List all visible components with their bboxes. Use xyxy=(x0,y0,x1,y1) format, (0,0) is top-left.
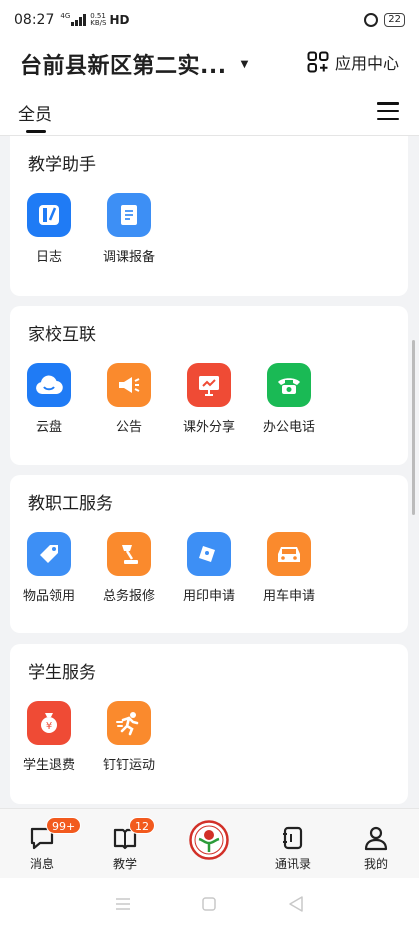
app-label: 用印申请 xyxy=(182,589,235,604)
nav-school-logo[interactable] xyxy=(169,809,249,879)
nav-messages[interactable]: 99+ 消息 xyxy=(2,809,82,879)
app-center-button[interactable]: 应用中心 xyxy=(307,50,399,74)
app-repair-request[interactable]: 总务报修 xyxy=(94,532,164,604)
caret-down-icon: ▼ xyxy=(240,58,249,70)
app-seal-request[interactable]: 用印申请 xyxy=(174,532,244,604)
signal-icon xyxy=(71,14,87,26)
nav-label: 消息 xyxy=(29,857,54,871)
runner-icon xyxy=(107,701,151,745)
recents-icon[interactable] xyxy=(115,897,131,911)
home-icon[interactable] xyxy=(201,896,217,912)
app-class-change[interactable]: 调课报备 xyxy=(94,193,164,265)
app-center-label: 应用中心 xyxy=(334,54,399,73)
school-selector[interactable]: 台前县新区第二实... ▼ xyxy=(20,48,248,80)
app-vehicle-request[interactable]: 用车申请 xyxy=(254,532,324,604)
seal-icon xyxy=(187,532,231,576)
status-time: 08:27 xyxy=(14,12,55,28)
app-dingtalk-sports[interactable]: 钉钉运动 xyxy=(94,701,164,773)
nav-label: 教学 xyxy=(112,857,137,871)
network-speed: 0.51 KB/S xyxy=(90,13,106,27)
battery-indicator: 22 xyxy=(384,13,405,27)
document-icon xyxy=(107,193,151,237)
section-staff-services: 教职工服务 物品领用 总务报修 用印申请 用车申请 xyxy=(10,475,408,633)
app-label: 总务报修 xyxy=(102,589,155,604)
section-title: 家校互联 xyxy=(28,325,96,345)
telephone-icon xyxy=(267,363,311,407)
person-icon xyxy=(364,826,388,851)
nav-label: 通讯录 xyxy=(274,857,311,871)
section-title: 学生服务 xyxy=(28,663,96,683)
app-label: 调课报备 xyxy=(102,250,155,265)
app-label: 办公电话 xyxy=(262,420,315,435)
section-title: 教学助手 xyxy=(28,155,96,175)
teaching-badge: 12 xyxy=(129,817,155,834)
nav-teaching[interactable]: 12 教学 xyxy=(85,809,165,879)
app-label: 钉钉运动 xyxy=(102,758,155,773)
tab-underline xyxy=(26,130,46,133)
app-cloud-disk[interactable]: 云盘 xyxy=(14,363,84,435)
money-bag-icon: ¥ xyxy=(27,701,71,745)
section-title: 教职工服务 xyxy=(28,494,113,514)
app-list[interactable]: 教学助手 日志 调课报备 家校互联 云盘 公告 课外分享 办公电话 教职工服务 … xyxy=(0,136,419,808)
messages-badge: 99+ xyxy=(46,817,82,834)
section-home-school: 家校互联 云盘 公告 课外分享 办公电话 xyxy=(10,306,408,465)
tab-all[interactable]: 全员 xyxy=(18,100,52,125)
app-journal[interactable]: 日志 xyxy=(14,193,84,265)
app-announcement[interactable]: 公告 xyxy=(94,363,164,435)
app-label: 课外分享 xyxy=(182,420,235,435)
app-label: 学生退费 xyxy=(22,758,75,773)
alarm-icon xyxy=(364,13,379,27)
app-label: 公告 xyxy=(115,420,142,435)
app-grid-icon xyxy=(307,51,329,73)
scrollbar[interactable] xyxy=(412,340,415,515)
speed-unit: KB/S xyxy=(90,19,107,27)
notebook-icon xyxy=(27,193,71,237)
status-bar: 08:27 4G 0.51 KB/S HD 22 xyxy=(0,0,419,40)
address-book-icon xyxy=(283,826,303,850)
app-label: 日志 xyxy=(35,250,62,265)
school-name: 台前县新区第二实... xyxy=(20,54,227,79)
school-logo-icon xyxy=(189,820,229,860)
nav-label: 我的 xyxy=(363,857,388,871)
bottom-nav: 99+ 消息 12 教学 通讯录 我的 xyxy=(0,808,419,878)
section-teaching-assistant: 教学助手 日志 调课报备 xyxy=(10,136,408,296)
back-icon[interactable] xyxy=(288,895,304,913)
cloud-icon xyxy=(27,363,71,407)
section-student-services: 学生服务 ¥ 学生退费 钉钉运动 xyxy=(10,644,408,804)
header: 台前县新区第二实... ▼ 应用中心 全员 xyxy=(0,40,419,136)
nav-mine[interactable]: 我的 xyxy=(336,809,416,879)
app-extracurricular-share[interactable]: 课外分享 xyxy=(174,363,244,435)
nav-contacts[interactable]: 通讯录 xyxy=(253,809,333,879)
app-student-refund[interactable]: ¥ 学生退费 xyxy=(14,701,84,773)
network-type: 4G xyxy=(60,12,71,20)
menu-icon[interactable] xyxy=(377,102,399,120)
lamp-icon xyxy=(107,532,151,576)
app-label: 物品领用 xyxy=(22,589,75,604)
presentation-icon xyxy=(187,363,231,407)
car-icon xyxy=(267,532,311,576)
megaphone-icon xyxy=(107,363,151,407)
hd-indicator: HD xyxy=(109,13,130,27)
app-office-phone[interactable]: 办公电话 xyxy=(254,363,324,435)
svg-text:¥: ¥ xyxy=(46,721,52,732)
tag-icon xyxy=(27,532,71,576)
system-nav-bar xyxy=(0,878,419,930)
app-label: 云盘 xyxy=(35,420,62,435)
app-item-requisition[interactable]: 物品领用 xyxy=(14,532,84,604)
app-label: 用车申请 xyxy=(262,589,315,604)
